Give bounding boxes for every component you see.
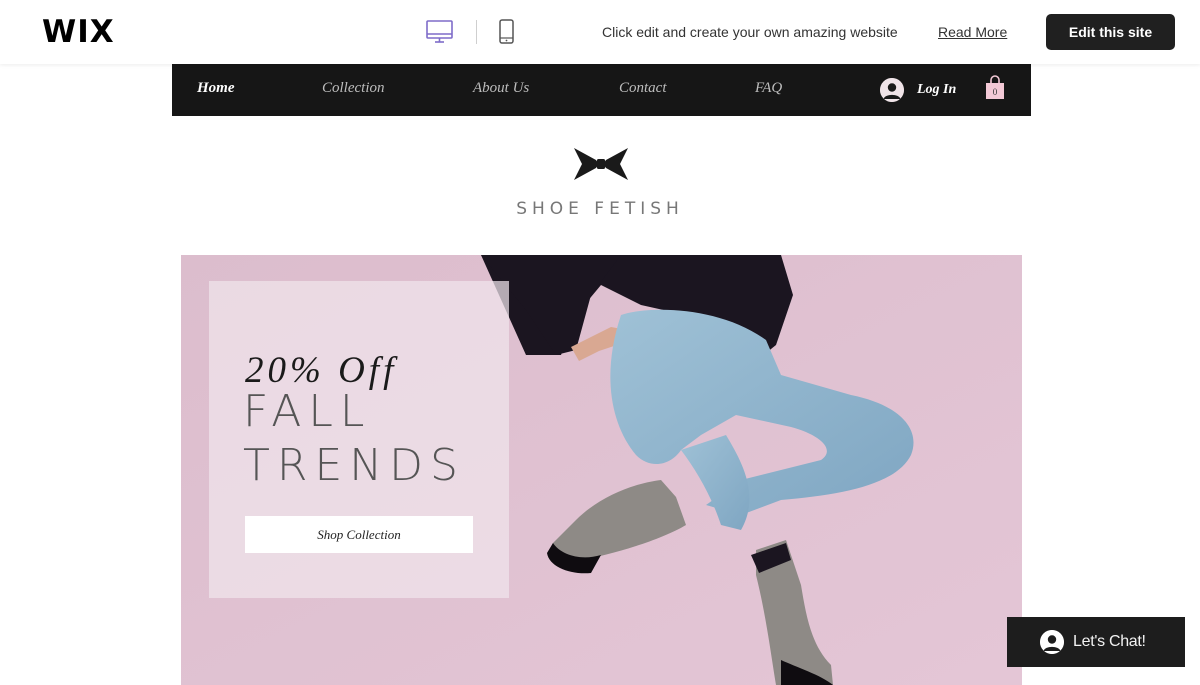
nav-item-faq[interactable]: FAQ [755, 80, 782, 97]
nav-item-contact[interactable]: Contact [619, 80, 667, 97]
device-separator [476, 20, 477, 44]
nav-item-home[interactable]: Home [197, 80, 235, 97]
wix-logo[interactable]: WIX [42, 14, 115, 50]
brand-name[interactable]: SHOE FETISH [420, 199, 780, 219]
desktop-view-button[interactable] [425, 18, 455, 46]
mobile-view-button[interactable] [497, 18, 527, 46]
hero-banner: 20% Off FALL TRENDS Shop Collection [181, 255, 1022, 685]
user-avatar-icon [880, 78, 904, 102]
desktop-icon [426, 20, 453, 43]
promo-card: 20% Off FALL TRENDS Shop Collection [209, 281, 509, 598]
cart-count: 0 [992, 87, 998, 97]
site-nav: Home Collection About Us Contact FAQ Log… [172, 64, 1031, 116]
login-button[interactable]: Log In [880, 77, 956, 103]
chat-widget-button[interactable]: Let's Chat! [1007, 617, 1185, 667]
nav-item-collection[interactable]: Collection [322, 80, 385, 97]
nav-item-about-us[interactable]: About Us [473, 80, 529, 97]
edit-site-button[interactable]: Edit this site [1046, 14, 1175, 50]
login-label: Log In [917, 82, 957, 97]
chat-label: Let's Chat! [1073, 633, 1146, 650]
mobile-icon [499, 19, 514, 44]
wix-promo-message: Click edit and create your own amazing w… [602, 24, 898, 40]
read-more-link[interactable]: Read More [938, 24, 1007, 40]
bow-icon[interactable] [572, 146, 630, 182]
shop-collection-button[interactable]: Shop Collection [245, 516, 473, 553]
cart-button[interactable]: 0 [984, 75, 1006, 101]
wix-top-bar: WIX Click edit and create your own amazi… [0, 0, 1200, 64]
chat-user-icon [1040, 630, 1064, 654]
promo-title: FALL TRENDS [243, 386, 465, 491]
